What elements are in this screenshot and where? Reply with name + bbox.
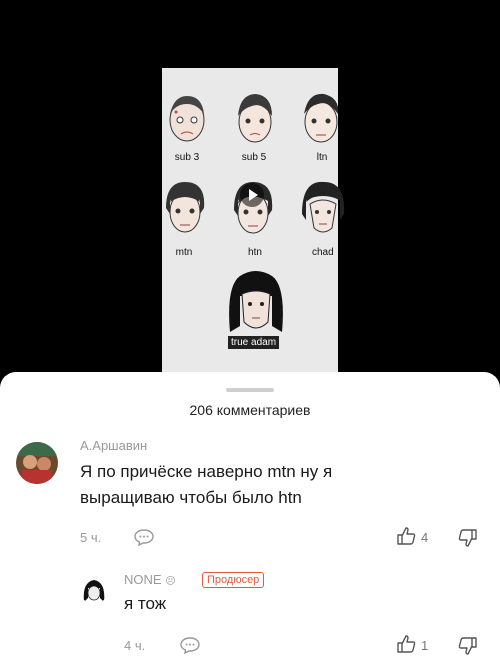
face-true-adam-illustration [229,271,283,332]
comment-text-line1: Я по причёске наверно mtn ну я [80,462,333,481]
label-sub3: sub 3 [174,152,200,163]
comment-time: 5 ч. [80,530,102,545]
reply-author-name: NONE [124,572,162,587]
reply-time: 4 ч. [124,638,146,653]
dislike-icon[interactable] [458,528,478,548]
face-ltn-illustration [304,93,339,143]
face-sub3-illustration [169,96,205,142]
label-sub5: sub 5 [241,152,267,163]
avatar-image-icon [16,442,58,484]
reply-like-icon[interactable] [396,634,416,654]
play-button-icon[interactable] [240,183,264,207]
reply-author-emoji: 😐 [165,576,176,587]
label-chad: chad [312,247,334,258]
reply-author[interactable]: NONE 😐 [124,572,176,587]
reply-avatar[interactable] [80,576,108,604]
comments-count: 206 комментариев [189,402,311,418]
comment-author[interactable]: А.Аршавин [80,438,147,453]
like-icon[interactable] [396,526,416,546]
label-mtn: mtn [175,247,193,258]
label-true-adam: true adam [228,336,280,349]
face-mtn-illustration [166,182,205,233]
like-count: 4 [421,530,429,545]
avatar[interactable] [16,442,58,484]
reply-dislike-icon[interactable] [458,636,478,656]
face-chad-illustration [302,181,345,233]
label-htn: htn [248,247,262,258]
sheet-grabber[interactable] [226,388,274,392]
reply-avatar-image-icon [80,576,108,604]
comment-text-line2: выращиваю чтобы было htn [80,488,302,507]
face-sub5-illustration [238,94,272,143]
comments-sheet: 206 комментариев А.Аршавин Я по причёске… [0,372,500,672]
reply-icon[interactable] [134,528,154,546]
reply-reply-icon[interactable] [180,636,200,654]
producer-badge: Продюсер [202,572,265,588]
reply-like-count: 1 [421,638,429,653]
label-ltn: ltn [316,152,328,163]
reply-text: я тож [124,594,167,613]
